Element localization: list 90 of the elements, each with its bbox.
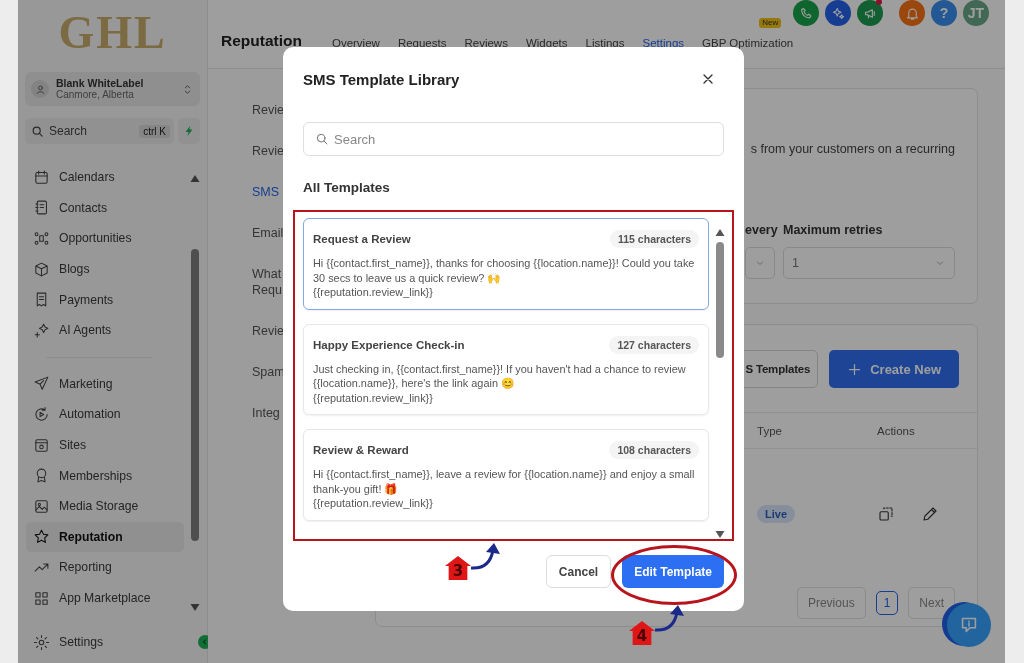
sparkle-plus-icon bbox=[33, 321, 50, 339]
column-header: Type bbox=[757, 424, 783, 437]
bolt-icon[interactable] bbox=[183, 125, 195, 137]
description-text: s from your customers on a recurring bbox=[749, 141, 955, 157]
section-heading: All Templates bbox=[303, 179, 391, 196]
account-switcher[interactable]: Blank WhiteLabel Canmore, Alberta bbox=[25, 72, 200, 106]
sparkle-icon bbox=[830, 5, 846, 21]
template-card[interactable]: Request a Review 115 characters Hi {{contact.first_name}}, thanks for choosing {{location.name}}! Could you take 30 secs to leave us a quick review? 🙌 {{reputation.review_link}} bbox=[303, 218, 709, 310]
nav-item[interactable]: Calendars bbox=[26, 162, 184, 193]
select-field[interactable]: 1 bbox=[783, 247, 955, 279]
account-location: Canmore, Alberta bbox=[56, 89, 135, 101]
template-body: Hi {{contact.first_name}}, leave a review for {{location.name}} and enjoy a small thank-you gift! 🎁 {{reputation.review_link}} bbox=[313, 467, 696, 511]
status-badge: Live bbox=[757, 505, 795, 523]
account-name: Blank WhiteLabel bbox=[56, 77, 145, 89]
scroll-down-arrow[interactable] bbox=[714, 530, 726, 539]
character-count: 108 characters bbox=[609, 441, 699, 459]
nav-item[interactable]: Payments bbox=[26, 284, 184, 315]
scroll-up-arrow[interactable] bbox=[714, 228, 726, 237]
edit-template-button[interactable]: Edit Template bbox=[622, 555, 724, 588]
nav-item[interactable]: AI Agents bbox=[26, 314, 184, 346]
calendar-icon bbox=[33, 168, 50, 186]
bell-icon bbox=[904, 5, 920, 21]
curved-arrow bbox=[470, 542, 502, 572]
page-title: Reputation bbox=[221, 32, 302, 50]
tab[interactable]: Widgets bbox=[525, 37, 568, 50]
template-body: Hi {{contact.first_name}}, thanks for choosing {{location.name}}! Could you take 30 secs to leave us a quick review? 🙌 {{reputation.review_link}} bbox=[313, 256, 696, 300]
modal-title: SMS Template Library bbox=[303, 70, 460, 88]
character-count: 127 characters bbox=[609, 335, 699, 354]
star-icon bbox=[33, 528, 50, 546]
template-body: Just checking in, {{contact.first_name}}! If you haven't had a chance to review {{location.name}}, here's the link again 😊 {{reputation.review_link}} bbox=[313, 361, 687, 405]
paper-plane-icon bbox=[33, 375, 50, 393]
template-card[interactable]: Happy Experience Check-in 127 characters Just checking in, {{contact.first_name}}! If you haven't had a chance to review {{location.name}}, here's the link again 😊 {{reputation.review_link}} bbox=[303, 323, 709, 415]
tab[interactable]: Overview bbox=[331, 37, 380, 50]
search-icon bbox=[315, 132, 329, 146]
nav-item[interactable]: Reputation bbox=[26, 521, 184, 553]
bell-button[interactable] bbox=[899, 0, 925, 26]
phone-icon bbox=[798, 5, 814, 21]
nav-item[interactable]: Opportunities bbox=[26, 223, 184, 254]
nav-item[interactable]: Automation bbox=[26, 399, 184, 430]
tab[interactable]: Settings bbox=[642, 37, 685, 50]
character-count: 115 characters bbox=[610, 230, 699, 248]
gear-icon bbox=[33, 633, 50, 651]
address-book-icon bbox=[33, 199, 50, 217]
cube-icon bbox=[33, 260, 50, 278]
browser-window-icon bbox=[33, 436, 50, 454]
nodes-icon bbox=[33, 230, 50, 247]
search-icon bbox=[31, 124, 44, 138]
shortcut-key: ctrl K bbox=[139, 124, 170, 138]
template-card[interactable]: Review & Reward 108 characters Hi {{contact.first_name}}, leave a review for {{location.name}} and enjoy a small thank-you gift! 🎁 {{reputation.review_link}} bbox=[303, 429, 709, 521]
template-name: Review & Reward bbox=[313, 444, 409, 456]
template-name: Happy Experience Check-in bbox=[313, 338, 465, 351]
plus-icon bbox=[847, 361, 863, 377]
phone-button[interactable] bbox=[793, 0, 819, 26]
nav-item[interactable]: Marketing bbox=[26, 368, 184, 400]
quick-action-button[interactable] bbox=[178, 118, 200, 144]
nav-item[interactable]: Memberships bbox=[26, 460, 184, 491]
play-cycle-icon bbox=[33, 405, 50, 423]
nav-item[interactable]: Reporting bbox=[26, 552, 184, 583]
logo: GHL bbox=[57, 6, 168, 60]
search-field[interactable]: Search ctrl K bbox=[25, 118, 174, 144]
nav-item[interactable]: Blogs bbox=[26, 253, 184, 285]
nav-item[interactable]: App Marketplace bbox=[26, 582, 184, 614]
image-icon bbox=[33, 497, 50, 515]
nav-item[interactable]: Sites bbox=[26, 429, 184, 461]
tab[interactable]: GBP Optimization bbox=[702, 37, 794, 50]
megaphone-button[interactable] bbox=[857, 0, 883, 26]
nav-item[interactable]: Media Storage bbox=[26, 490, 184, 522]
previous-button[interactable]: Previous bbox=[796, 587, 866, 619]
column-header: Actions bbox=[877, 424, 916, 437]
create-button[interactable]: Create New bbox=[829, 350, 959, 388]
tab[interactable]: Reviews bbox=[464, 37, 508, 50]
cancel-button[interactable]: Cancel bbox=[545, 555, 612, 588]
sparkle-button[interactable] bbox=[825, 0, 851, 26]
search-field[interactable]: Search bbox=[303, 122, 724, 156]
scroll-down-arrow[interactable] bbox=[189, 603, 201, 612]
scroll-up-arrow[interactable] bbox=[189, 174, 201, 183]
scrollbar-thumb[interactable] bbox=[191, 249, 199, 541]
tab[interactable]: Requests bbox=[397, 37, 447, 50]
field-label: Maximum retries bbox=[783, 222, 884, 238]
new-badge: New bbox=[759, 18, 782, 28]
scrollbar-thumb[interactable] bbox=[716, 242, 724, 358]
select-field[interactable] bbox=[745, 247, 775, 279]
template-name: Request a Review bbox=[313, 233, 411, 245]
page-button[interactable]: 1 bbox=[875, 591, 899, 615]
curved-arrow bbox=[654, 604, 686, 634]
nav-item[interactable]: Contacts bbox=[26, 192, 184, 224]
copy-icon[interactable] bbox=[877, 505, 895, 523]
tab[interactable]: Listings bbox=[585, 37, 625, 50]
app-grid-icon bbox=[33, 589, 50, 607]
pencil-icon[interactable] bbox=[921, 505, 939, 523]
